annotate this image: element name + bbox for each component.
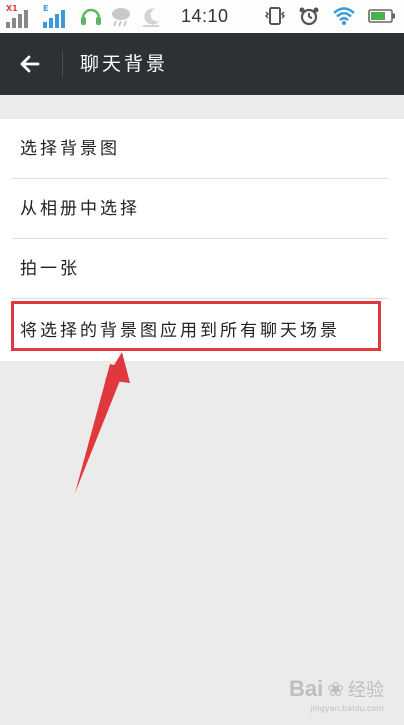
option-from-album[interactable]: 从相册中选择 <box>0 179 404 239</box>
headset-icon <box>81 8 101 25</box>
battery-icon <box>368 9 395 23</box>
watermark-sub: 经验 <box>348 680 384 701</box>
sim1-signal-icon: X1 <box>6 4 36 28</box>
toolbar: 聊天背景 <box>0 33 404 95</box>
divider <box>12 298 388 299</box>
option-label: 从相册中选择 <box>20 199 140 219</box>
watermark: Bai ❀ 经验 jingyan.baidu.com <box>288 676 384 713</box>
option-label: 拍一张 <box>20 259 80 279</box>
option-choose-background[interactable]: 选择背景图 <box>0 119 404 179</box>
watermark-brand: Bai <box>288 676 324 701</box>
clock-time: 14:10 <box>181 6 229 26</box>
weather-rain-icon <box>112 8 130 27</box>
option-label: 选择背景图 <box>20 139 120 159</box>
watermark-url: jingyan.baidu.com <box>310 704 384 713</box>
vibrate-icon <box>264 7 286 25</box>
sim2-signal-icon: E <box>43 4 73 28</box>
highlight-box <box>11 301 381 351</box>
option-take-photo[interactable]: 拍一张 <box>0 239 404 299</box>
alarm-icon <box>299 7 319 26</box>
wifi-icon <box>333 7 355 25</box>
status-bar: X1 E 14:10 <box>0 0 404 33</box>
back-button[interactable] <box>10 44 50 84</box>
weather-moon-icon <box>143 8 159 27</box>
annotation-arrow <box>75 352 130 493</box>
status-icons <box>264 5 396 27</box>
toolbar-divider <box>62 51 63 77</box>
signal-group: X1 E <box>6 4 162 28</box>
paw-icon: ❀ <box>327 677 344 701</box>
arrow-left-icon <box>20 55 40 73</box>
page-title: 聊天背景 <box>80 53 169 75</box>
